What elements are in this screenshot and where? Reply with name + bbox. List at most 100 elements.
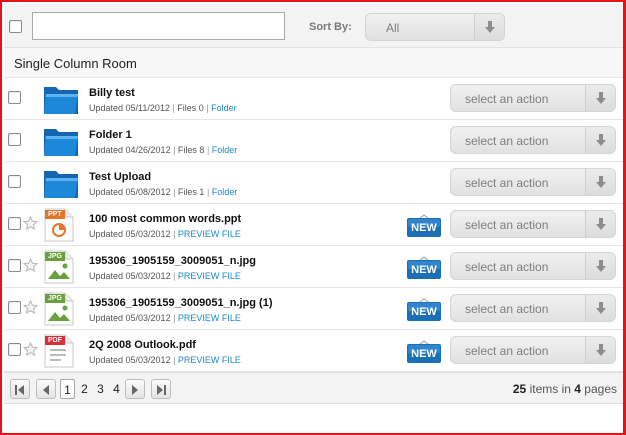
- file-type-badge: PDF: [45, 336, 65, 345]
- action-dropdown-value: select an action: [465, 176, 549, 190]
- action-dropdown[interactable]: select an action: [450, 126, 616, 154]
- next-page-button[interactable]: [125, 379, 145, 399]
- previous-page-icon: [43, 385, 49, 395]
- table-row[interactable]: JPG 195306_1905159_3009051_n.jpg (1) Updat…: [4, 288, 623, 330]
- action-dropdown[interactable]: select an action: [450, 84, 616, 112]
- page-number-1[interactable]: 1: [60, 379, 75, 399]
- folder-icon[interactable]: [42, 81, 80, 120]
- ppt-file-icon[interactable]: PPT: [42, 207, 76, 246]
- sort-by-label: Sort By:: [309, 21, 352, 33]
- preview-file-link[interactable]: PREVIEW FILE: [178, 313, 241, 323]
- table-row[interactable]: JPG 195306_1905159_3009051_n.jpg Updated 0…: [4, 246, 623, 288]
- action-dropdown-arrow[interactable]: [585, 253, 615, 279]
- table-row[interactable]: Folder 1 Updated 04/26/2012 | Files 8 | F…: [4, 120, 623, 162]
- room-title-bar: Single Column Room: [4, 48, 623, 78]
- action-dropdown[interactable]: select an action: [450, 294, 616, 322]
- previous-page-button[interactable]: [36, 379, 56, 399]
- row-checkbox[interactable]: [8, 217, 21, 230]
- row-checkbox[interactable]: [8, 133, 21, 146]
- action-dropdown-arrow[interactable]: [585, 127, 615, 153]
- action-dropdown-arrow[interactable]: [585, 337, 615, 363]
- file-name-link[interactable]: Folder 1: [89, 129, 132, 141]
- table-row[interactable]: Test Upload Updated 05/08/2012 | Files 1 …: [4, 162, 623, 204]
- pdf-file-icon[interactable]: PDF: [42, 333, 76, 372]
- file-meta: Updated 05/03/2012 | PREVIEW FILE: [89, 313, 241, 323]
- row-checkbox[interactable]: [8, 91, 21, 104]
- action-dropdown-arrow[interactable]: [585, 85, 615, 111]
- file-name-link[interactable]: 100 most common words.ppt: [89, 213, 241, 225]
- chevron-down-icon: [596, 92, 606, 104]
- file-meta: Updated 04/26/2012 | Files 8 | Folder: [89, 145, 237, 155]
- chevron-down-icon: [485, 21, 495, 33]
- action-dropdown[interactable]: select an action: [450, 252, 616, 280]
- folder-link[interactable]: Folder: [212, 145, 238, 155]
- new-badge-label: NEW: [411, 306, 437, 318]
- file-meta: Updated 05/11/2012 | Files 0 | Folder: [89, 103, 237, 113]
- meta-separator: |: [170, 187, 178, 197]
- search-input[interactable]: [32, 12, 285, 40]
- row-checkbox[interactable]: [8, 301, 21, 314]
- table-row[interactable]: Billy test Updated 05/11/2012 | Files 0 |…: [4, 78, 623, 120]
- meta-separator: |: [170, 229, 178, 239]
- table-row[interactable]: PPT 100 most common words.ppt Updated 05/0…: [4, 204, 623, 246]
- chevron-down-icon: [596, 176, 606, 188]
- jpg-file-icon[interactable]: JPG: [42, 291, 76, 330]
- preview-file-link[interactable]: PREVIEW FILE: [178, 271, 241, 281]
- action-dropdown-value: select an action: [465, 134, 549, 148]
- page-number-2[interactable]: 2: [78, 379, 91, 399]
- first-page-button[interactable]: [10, 379, 30, 399]
- folder-icon[interactable]: [42, 123, 80, 162]
- action-dropdown-arrow[interactable]: [585, 211, 615, 237]
- meta-separator: |: [170, 271, 178, 281]
- star-icon[interactable]: [22, 299, 39, 318]
- row-checkbox[interactable]: [8, 259, 21, 272]
- action-dropdown[interactable]: select an action: [450, 210, 616, 238]
- file-name-link[interactable]: Test Upload: [89, 171, 151, 183]
- file-meta: Updated 05/03/2012 | PREVIEW FILE: [89, 355, 241, 365]
- folder-link[interactable]: Folder: [212, 187, 238, 197]
- chevron-down-icon: [596, 134, 606, 146]
- sort-dropdown[interactable]: All: [365, 13, 505, 41]
- new-badge: NEW: [406, 214, 442, 238]
- total-items-count: 25: [512, 382, 527, 396]
- action-dropdown-arrow[interactable]: [585, 169, 615, 195]
- meta-separator: |: [170, 355, 178, 365]
- action-dropdown-value: select an action: [465, 260, 549, 274]
- page-number-3[interactable]: 3: [94, 379, 107, 399]
- file-meta: Updated 05/03/2012 | PREVIEW FILE: [89, 271, 241, 281]
- meta-separator: |: [204, 145, 212, 155]
- action-dropdown-arrow[interactable]: [585, 295, 615, 321]
- table-row[interactable]: PDF 2Q 2008 Outlook.pdf Updated 05/03/2012…: [4, 330, 623, 372]
- action-dropdown[interactable]: select an action: [450, 336, 616, 364]
- last-page-button[interactable]: [151, 379, 171, 399]
- file-name-link[interactable]: 2Q 2008 Outlook.pdf: [89, 339, 196, 351]
- folder-icon[interactable]: [42, 165, 80, 204]
- action-dropdown[interactable]: select an action: [450, 168, 616, 196]
- action-dropdown-value: select an action: [465, 344, 549, 358]
- row-checkbox[interactable]: [8, 343, 21, 356]
- new-badge-label: NEW: [411, 264, 437, 276]
- sort-dropdown-value: All: [386, 21, 400, 35]
- jpg-file-icon[interactable]: JPG: [42, 249, 76, 288]
- new-badge: NEW: [406, 340, 442, 364]
- first-page-icon: [15, 385, 24, 395]
- star-icon[interactable]: [22, 215, 39, 234]
- page-number-4[interactable]: 4: [110, 379, 123, 399]
- chevron-down-icon: [596, 218, 606, 230]
- star-icon[interactable]: [22, 341, 39, 360]
- file-count: Files 0: [177, 103, 204, 113]
- preview-file-link[interactable]: PREVIEW FILE: [178, 229, 241, 239]
- row-checkbox[interactable]: [8, 175, 21, 188]
- folder-link[interactable]: Folder: [211, 103, 237, 113]
- select-all-checkbox[interactable]: [9, 20, 22, 33]
- new-badge-label: NEW: [411, 222, 437, 234]
- file-name-link[interactable]: 195306_1905159_3009051_n.jpg (1): [89, 297, 272, 309]
- file-count: Files 8: [177, 145, 205, 155]
- star-icon[interactable]: [22, 257, 39, 276]
- items-in-text: items in: [529, 382, 571, 396]
- file-name-link[interactable]: Billy test: [89, 87, 135, 99]
- file-name-link[interactable]: 195306_1905159_3009051_n.jpg: [89, 255, 256, 267]
- sort-dropdown-arrow[interactable]: [474, 14, 504, 40]
- preview-file-link[interactable]: PREVIEW FILE: [178, 355, 241, 365]
- pages-text: pages: [584, 382, 617, 396]
